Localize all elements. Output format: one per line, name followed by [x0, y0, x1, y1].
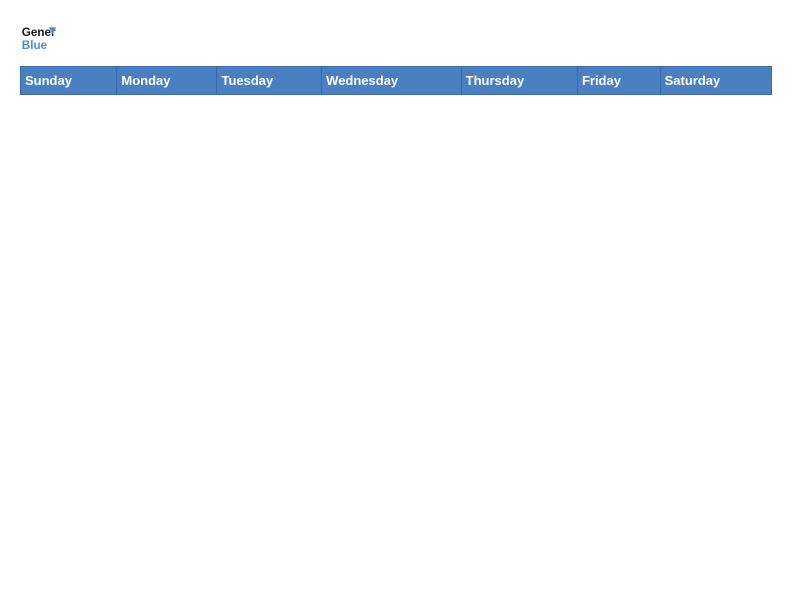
day-of-week-header: Friday	[577, 67, 660, 95]
day-of-week-header: Monday	[117, 67, 217, 95]
day-of-week-header: Thursday	[461, 67, 577, 95]
page-header: General Blue	[20, 20, 772, 56]
day-of-week-header: Wednesday	[322, 67, 462, 95]
svg-text:Blue: Blue	[22, 39, 48, 52]
day-of-week-header: Sunday	[21, 67, 117, 95]
day-of-week-header: Saturday	[660, 67, 771, 95]
day-of-week-header: Tuesday	[217, 67, 322, 95]
calendar-header-row: SundayMondayTuesdayWednesdayThursdayFrid…	[21, 67, 772, 95]
logo: General Blue	[20, 20, 56, 56]
calendar-table: SundayMondayTuesdayWednesdayThursdayFrid…	[20, 66, 772, 95]
logo-icon: General Blue	[20, 20, 56, 56]
